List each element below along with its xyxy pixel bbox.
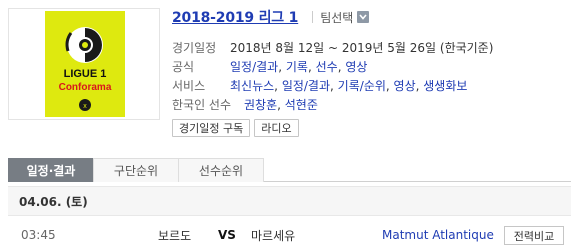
home-team-link[interactable]: 보르도 bbox=[158, 227, 191, 244]
match-date-header: 04.06. (토) bbox=[8, 186, 571, 216]
venue-link[interactable]: Matmut Atlantique bbox=[382, 228, 494, 242]
korean-player-link[interactable]: 권창훈 bbox=[244, 98, 277, 112]
korean-players-row: 한국인 선수 권창훈, 석현준 bbox=[172, 98, 318, 112]
compare-strength-button[interactable]: 전력비교 bbox=[504, 226, 564, 245]
versus-label: VS bbox=[218, 228, 236, 242]
service-link-news[interactable]: 최신뉴스 bbox=[230, 79, 274, 93]
official-link-records[interactable]: 기록 bbox=[286, 60, 308, 74]
tab-player-rankings[interactable]: 선수순위 bbox=[178, 158, 264, 182]
service-link-photos[interactable]: 생생화보 bbox=[423, 79, 467, 93]
official-label: 공식 bbox=[172, 60, 195, 74]
official-link-players[interactable]: 선수 bbox=[316, 60, 338, 74]
schedule-label: 경기일정 bbox=[172, 41, 217, 55]
team-select[interactable]: 팀선택 bbox=[312, 9, 370, 26]
korean-player-link[interactable]: 석현준 bbox=[285, 98, 318, 112]
away-team-link[interactable]: 마르세유 bbox=[251, 227, 295, 244]
service-link-schedule[interactable]: 일정/결과 bbox=[282, 79, 330, 93]
league-title-row: 2018-2019 리그 1 팀선택 bbox=[172, 7, 370, 27]
match-time: 03:45 bbox=[21, 228, 56, 242]
tab-team-standings[interactable]: 구단순위 bbox=[93, 158, 179, 182]
ligue1-logo: LIGUE 1 Conforama x bbox=[45, 11, 125, 117]
title-divider bbox=[312, 11, 314, 23]
action-buttons: 경기일정 구독 라디오 bbox=[172, 119, 299, 137]
league-logo-box[interactable]: LIGUE 1 Conforama x bbox=[8, 8, 160, 120]
content-tabs: 일정·결과 구단순위 선수순위 bbox=[8, 158, 571, 182]
tab-schedule-results[interactable]: 일정·결과 bbox=[8, 158, 94, 182]
official-row: 공식 일정/결과, 기록, 선수, 영상 bbox=[172, 60, 368, 74]
league-title-link[interactable]: 2018-2019 리그 1 bbox=[172, 7, 298, 27]
ligue1-logo-mark: LIGUE 1 Conforama x bbox=[59, 27, 112, 111]
service-label: 서비스 bbox=[172, 79, 206, 93]
logo-text-ligue: LIGUE 1 bbox=[64, 68, 107, 80]
official-link-schedule[interactable]: 일정/결과 bbox=[230, 60, 278, 74]
radio-button[interactable]: 라디오 bbox=[254, 119, 299, 137]
service-link-video[interactable]: 영상 bbox=[394, 79, 416, 93]
service-row: 서비스 최신뉴스, 일정/결과, 기록/순위, 영상, 생생화보 bbox=[172, 79, 468, 93]
svg-text:x: x bbox=[83, 103, 87, 110]
logo-ball-dot bbox=[82, 42, 88, 48]
chevron-down-icon[interactable] bbox=[357, 11, 370, 23]
team-select-label: 팀선택 bbox=[320, 10, 354, 25]
logo-text-conforama: Conforama bbox=[59, 82, 112, 93]
match-date: 04.06. (토) bbox=[19, 194, 88, 209]
korean-players-label: 한국인 선수 bbox=[172, 98, 232, 112]
schedule-row: 경기일정 2018년 8월 12일 ~ 2019년 5월 26일 (한국기준) bbox=[172, 39, 493, 56]
subscribe-schedule-button[interactable]: 경기일정 구독 bbox=[172, 119, 251, 137]
schedule-value: 2018년 8월 12일 ~ 2019년 5월 26일 (한국기준) bbox=[230, 41, 494, 55]
match-row: 03:45 보르도 VS 마르세유 Matmut Atlantique 전력비교 bbox=[8, 220, 571, 250]
service-link-standings[interactable]: 기록/순위 bbox=[338, 79, 386, 93]
official-link-video[interactable]: 영상 bbox=[345, 60, 367, 74]
